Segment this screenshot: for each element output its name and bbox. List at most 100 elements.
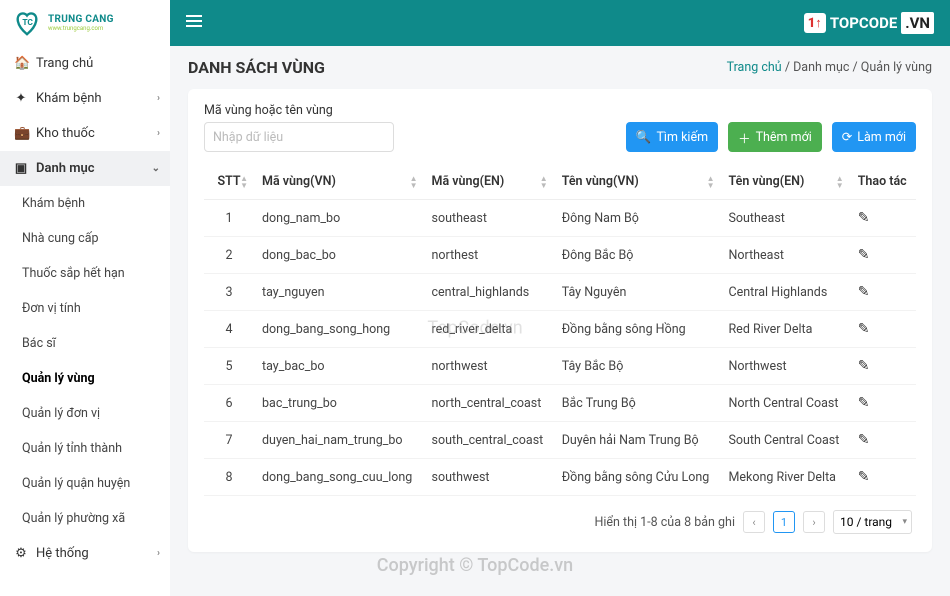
page-size-select[interactable]: 10 / trang xyxy=(833,510,912,534)
cell-action: ✎ xyxy=(850,385,916,422)
edit-icon[interactable]: ✎ xyxy=(858,247,870,263)
svg-text:TC: TC xyxy=(22,18,33,28)
edit-icon[interactable]: ✎ xyxy=(858,395,870,411)
table-row: 6bac_trung_bonorth_central_coastBắc Trun… xyxy=(204,385,916,422)
plus-icon: ＋ xyxy=(738,128,751,147)
cell-name-en: North Central Coast xyxy=(720,385,849,422)
cell-name-vn: Đồng bằng sông Cửu Long xyxy=(554,459,721,496)
brand-name: TRUNG CANG xyxy=(48,14,114,25)
sort-icon: ▲▼ xyxy=(540,175,548,189)
col-name-vn[interactable]: Tên vùng(VN)▲▼ xyxy=(554,164,721,200)
edit-icon[interactable]: ✎ xyxy=(858,321,870,337)
cell-name-en: Red River Delta xyxy=(720,311,849,348)
table-row: 8dong_bang_song_cuu_longsouthwestĐồng bằ… xyxy=(204,459,916,496)
cell-stt: 3 xyxy=(204,274,254,311)
sidebar-sub-item[interactable]: Quản lý vùng xyxy=(0,361,170,396)
brand-sub: www.trungcang.com xyxy=(48,25,114,32)
cell-code-vn: duyen_hai_nam_trung_bo xyxy=(254,422,424,459)
nav-kho-thuoc[interactable]: 💼Kho thuốc› xyxy=(0,116,170,151)
menu-toggle[interactable] xyxy=(186,14,202,32)
sidebar-sub-item[interactable]: Quản lý đơn vị xyxy=(0,396,170,431)
cell-name-en: Northwest xyxy=(720,348,849,385)
search-icon: 🔍 xyxy=(636,130,652,145)
settings-icon: ⚙ xyxy=(14,546,28,561)
cell-action: ✎ xyxy=(850,311,916,348)
table-row: 3tay_nguyencentral_highlandsTây NguyênCe… xyxy=(204,274,916,311)
topcode-icon: 1↑ xyxy=(804,13,826,33)
topcode-label: TOPCODE xyxy=(830,14,897,32)
cell-name-vn: Bắc Trung Bộ xyxy=(554,385,721,422)
cell-name-vn: Đông Nam Bộ xyxy=(554,200,721,237)
cell-name-en: Central Highlands xyxy=(720,274,849,311)
search-input[interactable] xyxy=(204,122,394,152)
table-row: 4dong_bang_song_hongred_river_deltaĐồng … xyxy=(204,311,916,348)
pagination: Hiển thị 1-8 của 8 bản ghi ‹ 1 › 10 / tr… xyxy=(204,496,916,538)
next-page[interactable]: › xyxy=(803,511,825,533)
nav-danh-muc[interactable]: ▣Danh mục⌄ xyxy=(0,151,170,186)
edit-icon[interactable]: ✎ xyxy=(858,210,870,226)
breadcrumb-cat[interactable]: Danh mục xyxy=(793,60,849,75)
sidebar-sub-item[interactable]: Bác sĩ xyxy=(0,326,170,361)
add-button[interactable]: ＋Thêm mới xyxy=(728,122,822,152)
sidebar-sub-item[interactable]: Đơn vị tính xyxy=(0,291,170,326)
sort-icon: ▲▼ xyxy=(836,175,844,189)
cell-action: ✎ xyxy=(850,422,916,459)
cell-code-vn: dong_nam_bo xyxy=(254,200,424,237)
cell-code-en: northest xyxy=(424,237,554,274)
sidebar-sub-item[interactable]: Thuốc sắp hết hạn xyxy=(0,256,170,291)
hamburger-icon xyxy=(186,14,202,28)
heart-icon: TC xyxy=(12,8,42,38)
edit-icon[interactable]: ✎ xyxy=(858,432,870,448)
cell-code-vn: bac_trung_bo xyxy=(254,385,424,422)
edit-icon[interactable]: ✎ xyxy=(858,284,870,300)
page-1[interactable]: 1 xyxy=(773,511,795,533)
cell-code-en: central_highlands xyxy=(424,274,554,311)
reload-button[interactable]: ⟳Làm mới xyxy=(832,122,916,152)
cell-action: ✎ xyxy=(850,237,916,274)
filter-label: Mã vùng hoặc tên vùng xyxy=(204,103,394,118)
logo[interactable]: TC TRUNG CANG www.trungcang.com xyxy=(0,0,170,46)
col-name-en[interactable]: Tên vùng(EN)▲▼ xyxy=(720,164,849,200)
sidebar-sub-item[interactable]: Quản lý phường xã xyxy=(0,501,170,536)
exam-icon: ✦ xyxy=(14,91,28,106)
sort-icon: ▲▼ xyxy=(410,175,418,189)
col-code-en[interactable]: Mã vùng(EN)▲▼ xyxy=(424,164,554,200)
cell-stt: 8 xyxy=(204,459,254,496)
topcode-badge[interactable]: 1↑ TOPCODE.VN xyxy=(804,12,934,34)
breadcrumb-home[interactable]: Trang chủ xyxy=(727,60,782,75)
chevron-right-icon: › xyxy=(157,128,160,139)
sidebar-sub-item[interactable]: Quản lý tỉnh thành xyxy=(0,431,170,466)
cell-stt: 1 xyxy=(204,200,254,237)
cell-name-vn: Tây Bắc Bộ xyxy=(554,348,721,385)
col-action: Thao tác xyxy=(850,164,916,200)
nav-he-thong[interactable]: ⚙Hệ thống› xyxy=(0,536,170,571)
cell-name-vn: Đông Bắc Bộ xyxy=(554,237,721,274)
sidebar-sub-item[interactable]: Quản lý quận huyện xyxy=(0,466,170,501)
cell-action: ✎ xyxy=(850,200,916,237)
edit-icon[interactable]: ✎ xyxy=(858,469,870,485)
prev-page[interactable]: ‹ xyxy=(743,511,765,533)
cell-action: ✎ xyxy=(850,348,916,385)
content-card: Mã vùng hoặc tên vùng 🔍Tìm kiếm ＋Thêm mớ… xyxy=(188,89,932,552)
topcode-suffix: .VN xyxy=(901,12,934,34)
cell-stt: 7 xyxy=(204,422,254,459)
nav-home[interactable]: 🏠Trang chủ xyxy=(0,46,170,81)
category-icon: ▣ xyxy=(14,161,28,176)
chevron-down-icon: ⌄ xyxy=(152,163,160,174)
home-icon: 🏠 xyxy=(14,56,28,71)
cell-code-en: southwest xyxy=(424,459,554,496)
col-code-vn[interactable]: Mã vùng(VN)▲▼ xyxy=(254,164,424,200)
edit-icon[interactable]: ✎ xyxy=(858,358,870,374)
sort-icon: ▲▼ xyxy=(240,175,248,189)
chevron-right-icon: › xyxy=(157,548,160,559)
cell-action: ✎ xyxy=(850,274,916,311)
sidebar-sub-item[interactable]: Khám bệnh xyxy=(0,186,170,221)
cell-code-vn: tay_bac_bo xyxy=(254,348,424,385)
cell-name-en: South Central Coast xyxy=(720,422,849,459)
breadcrumb: Trang chủ / Danh mục / Quản lý vùng xyxy=(727,60,932,75)
nav-kham-benh[interactable]: ✦Khám bệnh› xyxy=(0,81,170,116)
cell-code-en: northwest xyxy=(424,348,554,385)
col-stt[interactable]: STT▲▼ xyxy=(204,164,254,200)
search-button[interactable]: 🔍Tìm kiếm xyxy=(626,122,718,152)
sidebar-sub-item[interactable]: Nhà cung cấp xyxy=(0,221,170,256)
